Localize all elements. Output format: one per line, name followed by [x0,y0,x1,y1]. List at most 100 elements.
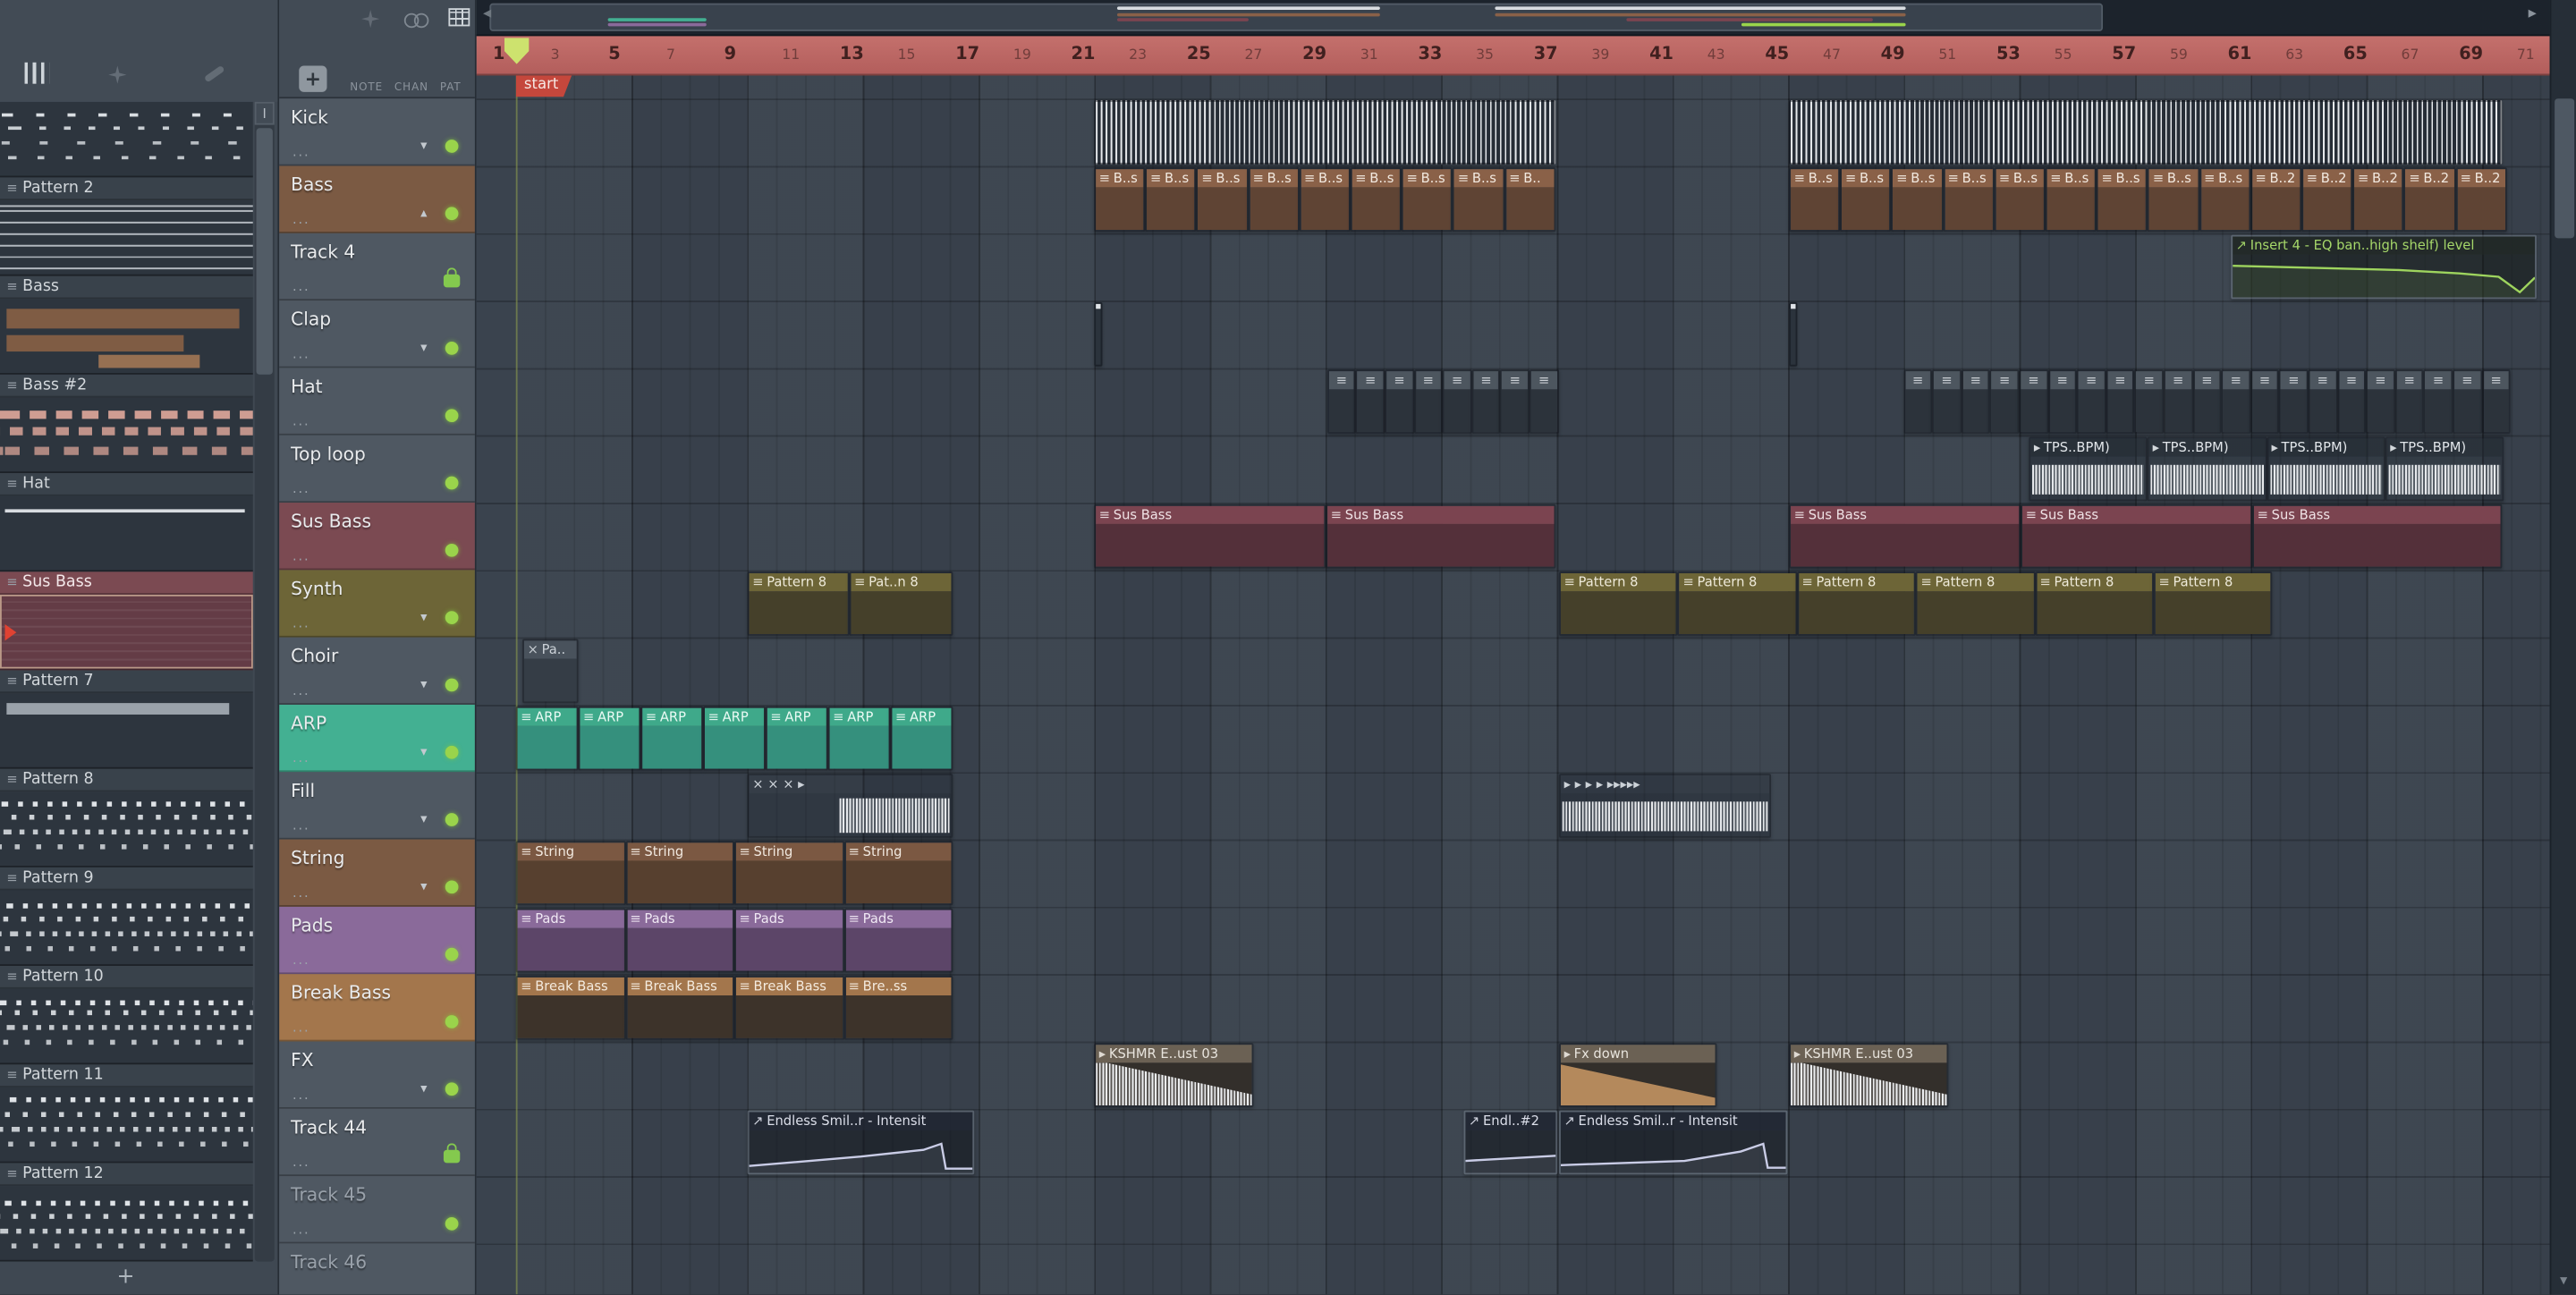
clip-hat[interactable]: ≡ [2279,369,2309,434]
track-header-sus-bass[interactable]: Sus Bass... [279,503,475,571]
add-pattern-button[interactable]: + [0,1263,251,1292]
mute-led[interactable] [445,947,459,961]
track-header-track-44[interactable]: Track 44... [279,1108,475,1177]
scrollbar-top-button[interactable]: I [254,101,275,125]
clip-bass[interactable]: ≡ B..s [1402,167,1453,232]
sparkle-icon[interactable] [361,10,380,29]
mute-led[interactable] [445,140,459,153]
pattern-thumbnail[interactable] [0,299,253,375]
clip-bass[interactable]: ≡ B..2 [2352,167,2404,232]
lock-icon[interactable] [443,1143,461,1164]
mute-led[interactable] [445,207,459,221]
track-header-fill[interactable]: Fill... ▾ [279,772,475,840]
clip-hat[interactable]: ≡ [1903,369,1933,434]
track-header-pads[interactable]: Pads... [279,906,475,975]
clip-hat[interactable]: ≡ [2336,369,2367,434]
mute-led[interactable] [445,745,459,759]
mute-led[interactable] [445,678,459,692]
scroll-right-icon[interactable]: ▸ [2529,5,2537,23]
clip-bass[interactable]: ≡ B..s [1299,167,1351,232]
pattern-thumbnail[interactable] [0,397,253,473]
pattern-thumbnail[interactable] [0,791,253,868]
vertical-scrollbar[interactable]: ▾ [2549,0,2576,1295]
mute-led[interactable] [445,813,459,826]
clip-string[interactable]: ≡ String [843,841,953,906]
clip-break-bass[interactable]: ≡ Break Bass [624,976,735,1040]
track-header-hat[interactable]: Hat... [279,368,475,436]
clip-pads[interactable]: ≡ Pads [624,908,735,973]
chevron-up-icon[interactable]: ▴ [420,206,427,221]
track-header-top-loop[interactable]: Top loop... [279,435,475,504]
pattern-item-hat[interactable]: ≡ Hat [0,472,253,572]
clip-string[interactable]: ≡ String [515,841,625,906]
pattern-thumbnail[interactable] [0,200,253,276]
pattern-item-pattern-12[interactable]: ≡ Pattern 12 [0,1163,253,1262]
pattern-item-bass-2[interactable]: ≡ Bass #2 [0,374,253,473]
mute-led[interactable] [445,611,459,624]
pattern-name-row[interactable]: ≡ Bass #2 [0,374,253,398]
clip-bass[interactable]: ≡ B..s [1789,167,1841,232]
clip-bass[interactable]: ≡ B..s [1453,167,1504,232]
clip-bass[interactable]: ≡ B..2 [2455,167,2507,232]
clip-arp[interactable]: ≡ ARP [703,706,766,771]
clip-sus-bass[interactable]: ≡ Sus Bass [2021,504,2253,569]
chevron-down-icon[interactable]: ▾ [420,744,427,759]
clip-break-bass[interactable]: ≡ Bre..ss [843,976,953,1040]
lock-icon[interactable] [443,267,461,288]
clip-clap[interactable] [1789,301,1798,367]
track-header-clap[interactable]: Clap... ▾ [279,300,475,368]
pattern-thumbnail[interactable] [0,594,253,671]
timeline-overview-scrollbar[interactable]: ◂ ▸ [476,0,2550,37]
clip-break-bass[interactable]: ≡ Break Bass [515,976,625,1040]
clip-hat[interactable]: ≡ [1385,369,1414,434]
clip-bass[interactable]: ≡ B..s [2097,167,2148,232]
clip-bass[interactable]: ≡ B..s [1094,167,1146,232]
pattern-thumbnail[interactable] [0,890,253,966]
clip-sus-bass[interactable]: ≡ Sus Bass [2252,504,2503,569]
clip-sus-bass[interactable]: ≡ Sus Bass [1094,504,1326,569]
clip-synth[interactable]: ≡ Pattern 8 [1797,571,1916,636]
clip-string[interactable]: ≡ String [624,841,735,906]
mute-led[interactable] [445,409,459,423]
clip-fill[interactable]: × × × ▸ [747,774,953,838]
clip-bass[interactable]: ≡ B..s [2045,167,2097,232]
clip-hat[interactable]: ≡ [1326,369,1357,434]
clip-hat[interactable]: ≡ [1413,369,1443,434]
timeline-ruler[interactable]: 1 3 5 7 9 11 13 15 17 19 21 23 25 27 29 31 33 35 37 39 41 43 4… [476,36,2550,76]
clip-bass[interactable]: ≡ B..s [1248,167,1300,232]
clip-hat[interactable]: ≡ [2047,369,2077,434]
clip-sus-bass[interactable]: ≡ Sus Bass [1789,504,2021,569]
pattern-name-row[interactable]: ≡ Pattern 7 [0,670,253,694]
pattern-name-row[interactable]: ≡ Sus Bass [0,571,253,595]
clip-hat[interactable]: ≡ [1961,369,1990,434]
clip-synth[interactable]: ≡ Pattern 8 [1915,571,2035,636]
link-icon[interactable] [403,13,429,29]
clip-track-44[interactable]: ↗ Endless Smil..r - Intensit [747,1110,975,1175]
clip-hat[interactable]: ≡ [1356,369,1385,434]
pattern-list-scrollbar[interactable]: I [254,101,275,1262]
chevron-down-icon[interactable]: ▾ [420,138,427,153]
clip-track-44[interactable]: ↗ Endl..#2 [1463,1110,1558,1175]
pattern-name-row[interactable]: ≡ Hat [0,472,253,496]
clip-choir[interactable]: × Pa.. [522,639,579,704]
clip-bass[interactable]: ≡ B..2 [2403,167,2456,232]
clip-string[interactable]: ≡ String [734,841,844,906]
clip-pads[interactable]: ≡ Pads [734,908,844,973]
clip-kick[interactable] [1789,100,2503,165]
chevron-down-icon[interactable]: ▾ [420,609,427,624]
clip-pads[interactable]: ≡ Pads [843,908,953,973]
pattern-item[interactable] [0,101,253,178]
chevron-down-icon[interactable]: ▾ [420,1081,427,1096]
clip-synth[interactable]: ≡ Pattern 8 [2034,571,2154,636]
clip-hat[interactable]: ≡ [2453,369,2482,434]
sparkle-icon[interactable] [108,65,127,84]
mute-led[interactable] [445,1217,459,1231]
clip-kick[interactable] [1094,100,1556,165]
clip-track-44[interactable]: ↗ Endless Smil..r - Intensit [1559,1110,1788,1175]
clip-top-loop[interactable]: ▸ TPS..BPM) [2266,436,2385,502]
clip-clap[interactable] [1094,301,1103,367]
clip-hat[interactable]: ≡ [2394,369,2424,434]
mute-led[interactable] [445,342,459,355]
track-header-track-4[interactable]: Track 4... [279,233,475,301]
clip-hat[interactable]: ≡ [2250,369,2280,434]
